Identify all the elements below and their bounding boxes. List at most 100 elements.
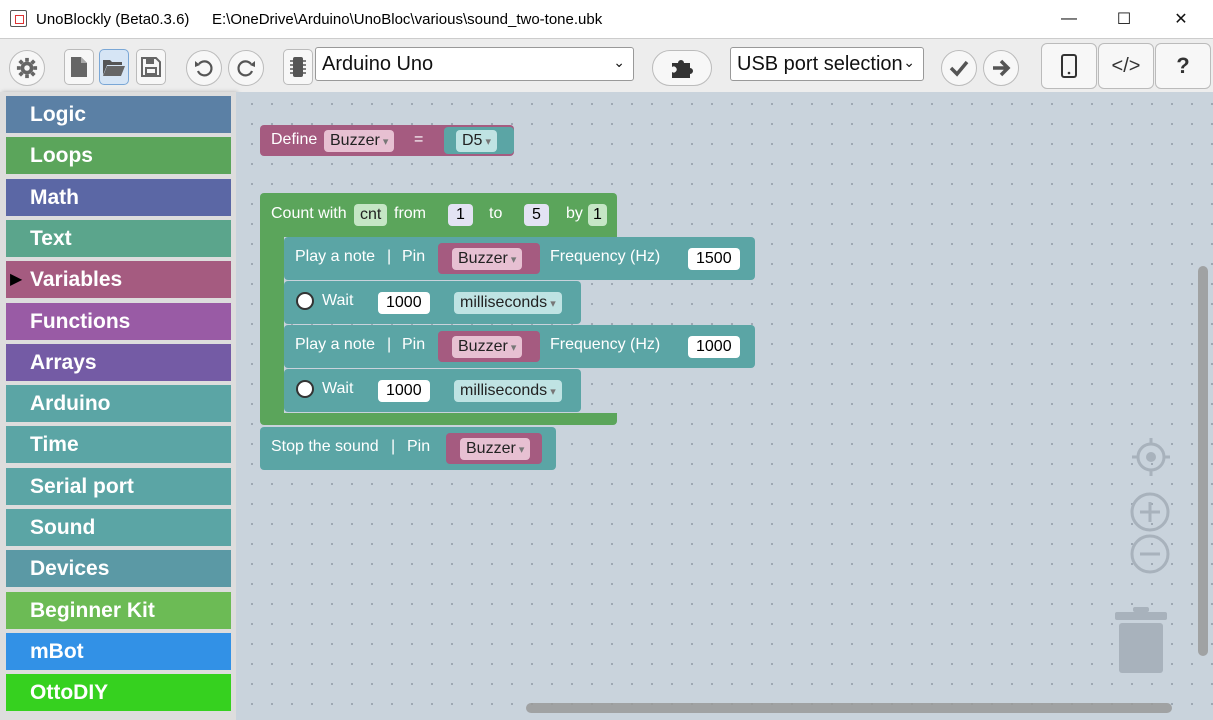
category-label: Variables [30,268,123,292]
stop-sound-block[interactable]: Stop the sound | Pin Buzzer [260,427,556,470]
category-label: Logic [30,103,86,126]
by-input[interactable]: 1 [588,204,607,226]
loop-variable-field[interactable]: cnt [354,204,388,226]
category-sound[interactable]: Sound [6,509,231,546]
variable-dropdown[interactable]: Buzzer [324,130,395,152]
category-beginner-kit[interactable]: Beginner Kit [6,591,231,629]
recenter-icon[interactable] [1132,438,1170,476]
category-text[interactable]: Text [6,219,231,257]
clock-icon [296,292,314,310]
category-label: Arrays [30,350,97,374]
category-logic[interactable]: Logic [6,96,231,133]
from-input[interactable]: 1 [448,204,473,226]
pin-value-block[interactable]: D5 [444,127,514,154]
settings-button[interactable] [9,50,45,86]
maximize-button[interactable]: ☐ [1095,0,1153,38]
app-title: UnoBlockly (Beta0.3.6) [36,11,190,28]
minimize-button[interactable]: — [1040,0,1098,38]
play-note-block[interactable]: Play a note | Pin Buzzer Frequency (Hz) … [284,325,755,368]
pin-variable-block[interactable]: Buzzer [438,243,540,274]
category-variables[interactable]: ▶ Variables [6,261,231,299]
frequency-input[interactable]: 1500 [688,248,740,270]
category-label: Arduino [30,392,111,416]
new-file-button[interactable] [64,49,94,85]
category-label: Time [30,433,79,457]
frequency-label: Frequency (Hz) [550,248,661,265]
wait-label: Wait [322,380,354,397]
equals-label: = [414,131,424,148]
play-note-block[interactable]: Play a note | Pin Buzzer Frequency (Hz) … [284,237,755,280]
app-icon [10,10,27,27]
clock-icon [296,380,314,398]
pin-label: Pin [402,248,426,265]
code-icon: </> [1111,54,1141,77]
zoom-out-icon[interactable] [1130,534,1170,574]
category-time[interactable]: Time [6,426,231,464]
frequency-input[interactable]: 1000 [688,336,740,358]
category-math[interactable]: Math [6,178,231,216]
time-unit-dropdown[interactable]: milliseconds [454,292,562,314]
port-select-value: USB port selection [737,52,903,75]
category-label: Text [30,226,72,250]
time-unit-dropdown[interactable]: milliseconds [454,380,562,402]
undo-icon [195,60,213,77]
close-button[interactable]: ✕ [1152,0,1210,38]
zoom-in-icon[interactable] [1130,492,1170,532]
category-label: Beginner Kit [30,598,155,622]
by-label: by [566,205,583,222]
upload-button[interactable] [983,50,1019,86]
code-view-button[interactable]: </> [1098,43,1154,89]
pin-variable-dropdown[interactable]: Buzzer [452,336,523,358]
workspace[interactable]: Define Buzzer = D5 Count with cnt from 1… [236,92,1213,720]
category-arduino[interactable]: Arduino [6,385,231,423]
pin-variable-dropdown[interactable]: Buzzer [460,438,531,460]
tablet-icon [1061,54,1077,78]
category-arrays[interactable]: Arrays [6,343,231,381]
board-select[interactable]: Arduino Uno ⌄ [315,47,634,81]
verify-button[interactable] [941,50,977,86]
device-view-button[interactable] [1041,43,1097,89]
file-path: E:\OneDrive\Arduino\UnoBloc\various\soun… [212,11,603,28]
libraries-button[interactable] [652,50,712,86]
save-button[interactable] [136,49,166,85]
pin-variable-dropdown[interactable]: Buzzer [452,248,523,270]
separator: | [391,438,396,455]
undo-button[interactable] [186,50,222,86]
category-devices[interactable]: Devices [6,550,231,588]
category-label: Devices [30,557,110,581]
frequency-label: Frequency (Hz) [550,336,661,353]
category-functions[interactable]: Functions [6,302,231,340]
title-bar: UnoBlockly (Beta0.3.6) E:\OneDrive\Ardui… [0,0,1213,38]
gear-icon [16,57,38,79]
vertical-scrollbar[interactable] [1198,266,1208,656]
define-block[interactable]: Define Buzzer = D5 [260,125,514,156]
chip-icon [290,57,306,77]
wait-label: Wait [322,292,354,309]
play-note-label: Play a note [295,336,376,353]
redo-button[interactable] [228,50,264,86]
wait-input[interactable]: 1000 [378,380,430,402]
category-loops[interactable]: Loops [6,137,231,175]
pin-dropdown[interactable]: D5 [456,130,498,152]
pin-variable-block[interactable]: Buzzer [438,331,540,362]
wait-block[interactable]: Wait 1000 milliseconds [284,369,581,412]
category-ottodiy[interactable]: OttoDIY [6,674,231,712]
to-input[interactable]: 5 [524,204,549,226]
toolbar: Arduino Uno ⌄ USB port selection ⌄ </> ? [0,38,1213,93]
from-label: from [394,205,426,222]
horizontal-scrollbar[interactable] [526,703,1172,713]
category-label: Functions [30,309,131,333]
play-note-label: Play a note [295,248,376,265]
category-mbot[interactable]: mBot [6,632,231,670]
define-label: Define [271,131,318,148]
category-label: OttoDIY [30,681,109,705]
maximize-icon: ☐ [1116,11,1132,28]
wait-input[interactable]: 1000 [378,292,430,314]
category-serial-port[interactable]: Serial port [6,467,231,505]
trash-icon[interactable] [1113,605,1169,675]
wait-block[interactable]: Wait 1000 milliseconds [284,281,581,324]
port-select[interactable]: USB port selection ⌄ [730,47,924,81]
pin-variable-block[interactable]: Buzzer [446,433,542,464]
open-file-button[interactable] [99,49,129,85]
help-button[interactable]: ? [1155,43,1211,89]
